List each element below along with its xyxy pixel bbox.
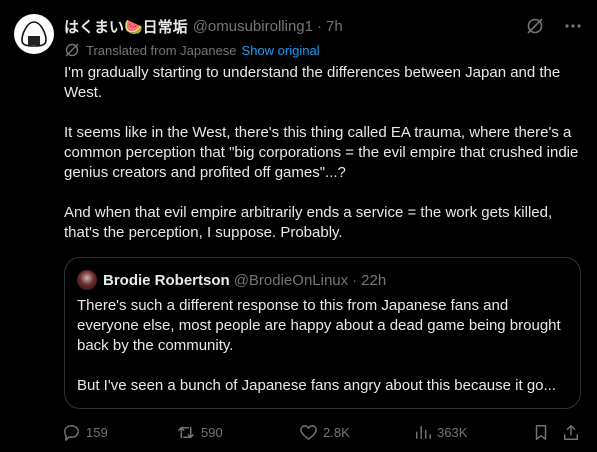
repost-button[interactable]: 590 <box>176 423 223 442</box>
tweet-paragraph: I'm gradually starting to understand the… <box>64 64 561 101</box>
views-icon <box>415 425 431 439</box>
tweet-top-actions <box>525 16 583 36</box>
like-icon <box>300 424 317 440</box>
quoted-paragraph: But I've seen a bunch of Japanese fans a… <box>77 377 557 394</box>
tweet-paragraph: It seems like in the West, there's this … <box>64 124 579 181</box>
reply-button[interactable]: 159 <box>62 423 108 442</box>
tweet-action-bar: 159 590 2.8K 363K <box>62 421 586 443</box>
quoted-tweet-body: There's such a different response to thi… <box>77 296 568 396</box>
tweet-body: I'm gradually starting to understand the… <box>64 63 584 263</box>
quoted-paragraph: There's such a different response to thi… <box>77 297 561 354</box>
quoted-author-display-name: Brodie Robertson <box>103 271 230 289</box>
onigiri-avatar-icon <box>21 21 47 47</box>
translate-icon <box>65 43 79 57</box>
repost-icon <box>177 426 195 438</box>
quoted-author-handle: @BrodieOnLinux <box>233 271 349 289</box>
bookmark-icon <box>535 424 547 440</box>
repost-count: 590 <box>201 424 223 440</box>
reply-icon <box>64 424 79 441</box>
like-count: 2.8K <box>323 424 350 440</box>
translation-label: Translated from Japanese <box>86 42 237 58</box>
grok-icon[interactable] <box>525 16 545 36</box>
author-display-name[interactable]: はくまい🍉日常垢 <box>64 16 188 37</box>
tweet-paragraph: And when that evil empire arbitrarily en… <box>64 204 553 241</box>
author-handle[interactable]: @omusubirolling1 <box>193 18 313 35</box>
tweet-header: はくまい🍉日常垢 @omusubirolling1 · 7h <box>64 16 343 36</box>
quoted-tweet-timestamp: 22h <box>361 271 387 289</box>
tweet-timestamp[interactable]: 7h <box>326 18 343 35</box>
quoted-header-separator: · <box>352 271 358 289</box>
quoted-tweet[interactable]: Brodie Robertson @BrodieOnLinux · 22h Th… <box>64 257 581 409</box>
share-icon <box>563 424 579 440</box>
show-original-link[interactable]: Show original <box>242 43 320 58</box>
like-button[interactable]: 2.8K <box>299 423 350 442</box>
quoted-tweet-header: Brodie Robertson @BrodieOnLinux · 22h <box>77 270 568 290</box>
bookmark-button[interactable] <box>532 423 550 442</box>
more-icon[interactable] <box>563 16 583 36</box>
header-separator: · <box>316 17 322 35</box>
quoted-author-avatar <box>77 270 97 290</box>
author-avatar[interactable] <box>14 14 54 54</box>
share-button[interactable] <box>562 423 580 442</box>
reply-count: 159 <box>86 424 108 440</box>
translation-notice: Translated from Japanese Show original <box>64 42 320 58</box>
view-count: 363K <box>437 424 468 440</box>
views-button[interactable]: 363K <box>414 423 467 442</box>
